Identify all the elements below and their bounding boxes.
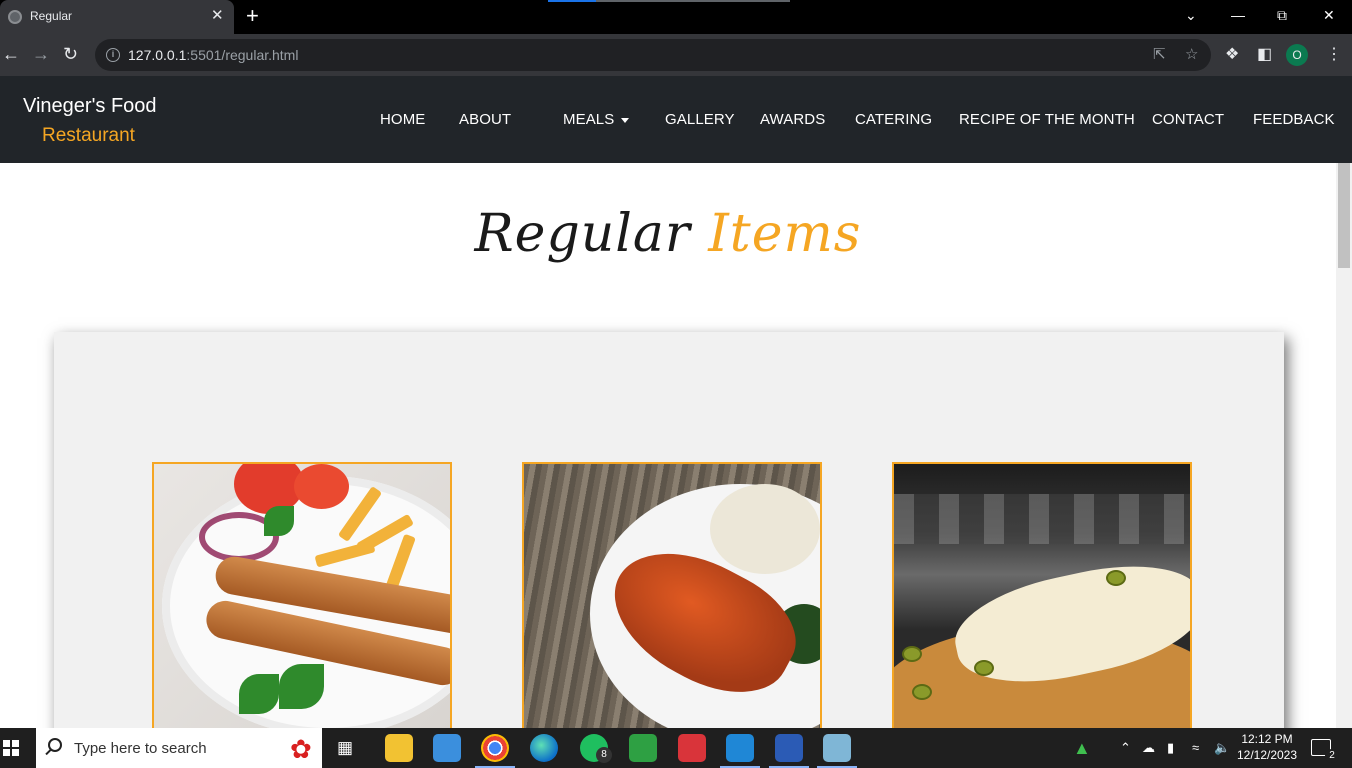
nav-about[interactable]: ABOUT xyxy=(459,111,511,128)
word-icon[interactable] xyxy=(769,734,809,768)
caret-down-icon xyxy=(621,117,630,123)
kebab-dish-image[interactable] xyxy=(152,462,452,728)
address-bar[interactable]: i 127.0.0.1:5501/regular.html ⇱ ☆ xyxy=(95,39,1211,71)
stocks-app-icon[interactable] xyxy=(629,734,657,762)
brand-name[interactable]: Vineger's Food xyxy=(23,95,157,118)
notification-center-icon[interactable]: 2 xyxy=(1311,739,1339,763)
windows-taskbar: Type here to search ✿ ▦ 8 ▲ ⌃ ☁ ▮ ≈ 🔈 12… xyxy=(0,728,1352,768)
edge-icon[interactable] xyxy=(530,734,558,762)
nav-meals[interactable]: MEALS xyxy=(563,111,630,128)
globe-icon xyxy=(8,10,22,24)
extensions-puzzle-icon[interactable]: ❖ xyxy=(1225,45,1239,65)
site-navbar: Vineger's Food Restaurant HOME ABOUT MEA… xyxy=(0,76,1352,163)
nav-awards[interactable]: AWARDS xyxy=(760,111,825,128)
nav-contact[interactable]: CONTACT xyxy=(1152,111,1224,128)
pizza-dish-image[interactable] xyxy=(892,462,1192,728)
kebab-menu-icon[interactable]: ⋮ xyxy=(1326,45,1342,65)
taskbar-search-box[interactable]: Type here to search ✿ xyxy=(36,728,322,768)
clock-date: 12/12/2023 xyxy=(1236,748,1298,762)
window-close-button[interactable]: ✕ xyxy=(1323,5,1335,25)
share-icon[interactable]: ⇱ xyxy=(1153,46,1166,64)
back-arrow-icon[interactable]: ← xyxy=(2,44,20,64)
browser-tab[interactable]: Regular ✕ xyxy=(0,0,234,34)
search-icon xyxy=(48,738,62,752)
restore-button[interactable]: ⧉ xyxy=(1277,5,1287,25)
poinsettia-icon: ✿ xyxy=(290,734,312,764)
forward-arrow-icon[interactable]: → xyxy=(32,44,50,64)
nav-recipe-of-the-month[interactable]: RECIPE OF THE MONTH xyxy=(959,111,1135,128)
search-placeholder: Type here to search xyxy=(74,740,207,757)
vscode-icon[interactable] xyxy=(720,734,760,768)
clock-time: 12:12 PM xyxy=(1241,732,1293,746)
notepad-icon[interactable] xyxy=(817,734,857,768)
wifi-icon[interactable]: ≈ xyxy=(1192,740,1199,756)
windows-start-icon[interactable] xyxy=(3,740,19,756)
page-viewport: Vineger's Food Restaurant HOME ABOUT MEA… xyxy=(0,76,1352,728)
bookmark-star-icon[interactable]: ☆ xyxy=(1185,46,1198,64)
url-text[interactable]: 127.0.0.1:5501/regular.html xyxy=(128,47,298,63)
task-view-icon[interactable]: ▦ xyxy=(337,739,353,756)
nav-gallery[interactable]: GALLERY xyxy=(665,111,735,128)
volume-muted-icon[interactable]: 🔈 xyxy=(1214,740,1230,756)
tab-search-chevron-icon[interactable]: ⌄ xyxy=(1185,5,1197,25)
whatsapp-icon[interactable]: 8 xyxy=(580,734,612,763)
performance-chart-icon[interactable]: ▲ xyxy=(1073,739,1091,757)
nav-catering[interactable]: CATERING xyxy=(855,111,932,128)
tab-loading-indicator xyxy=(548,0,790,2)
profile-avatar[interactable]: O xyxy=(1286,44,1308,66)
nav-home[interactable]: HOME xyxy=(380,111,425,128)
browser-tab-strip: Regular ✕ + ⌄ — ⧉ ✕ xyxy=(0,0,1352,34)
page-scrollbar[interactable] xyxy=(1336,163,1352,728)
nav-feedback[interactable]: FEEDBACK xyxy=(1253,111,1335,128)
tab-close-icon[interactable]: ✕ xyxy=(211,7,224,25)
page-title: Regular Items xyxy=(474,204,862,264)
side-panel-icon[interactable]: ◧ xyxy=(1257,45,1272,65)
microsoft-store-icon[interactable] xyxy=(433,734,461,762)
fish-dish-image[interactable] xyxy=(522,462,822,728)
battery-icon[interactable]: ▮ xyxy=(1167,740,1174,756)
site-info-icon[interactable]: i xyxy=(106,48,120,62)
tab-title: Regular xyxy=(30,9,73,23)
onedrive-cloud-icon[interactable]: ☁ xyxy=(1142,740,1155,756)
whatsapp-badge: 8 xyxy=(596,747,612,763)
show-hidden-icons-chevron[interactable]: ⌃ xyxy=(1120,740,1131,756)
taskbar-clock[interactable]: 12:12 PM 12/12/2023 xyxy=(1236,731,1298,763)
scrollbar-thumb[interactable] xyxy=(1338,163,1350,268)
items-card xyxy=(54,332,1284,728)
notification-count: 2 xyxy=(1325,749,1339,763)
brand-subtitle[interactable]: Restaurant xyxy=(42,125,135,147)
reload-icon[interactable]: ↻ xyxy=(63,44,78,64)
chrome-icon[interactable] xyxy=(475,734,515,768)
browser-toolbar: ← → ↻ i 127.0.0.1:5501/regular.html ⇱ ☆ … xyxy=(0,34,1352,76)
file-explorer-icon[interactable] xyxy=(385,734,413,762)
new-tab-button[interactable]: + xyxy=(246,4,259,28)
minimize-button[interactable]: — xyxy=(1231,5,1245,25)
screen-recorder-icon[interactable] xyxy=(678,734,706,762)
